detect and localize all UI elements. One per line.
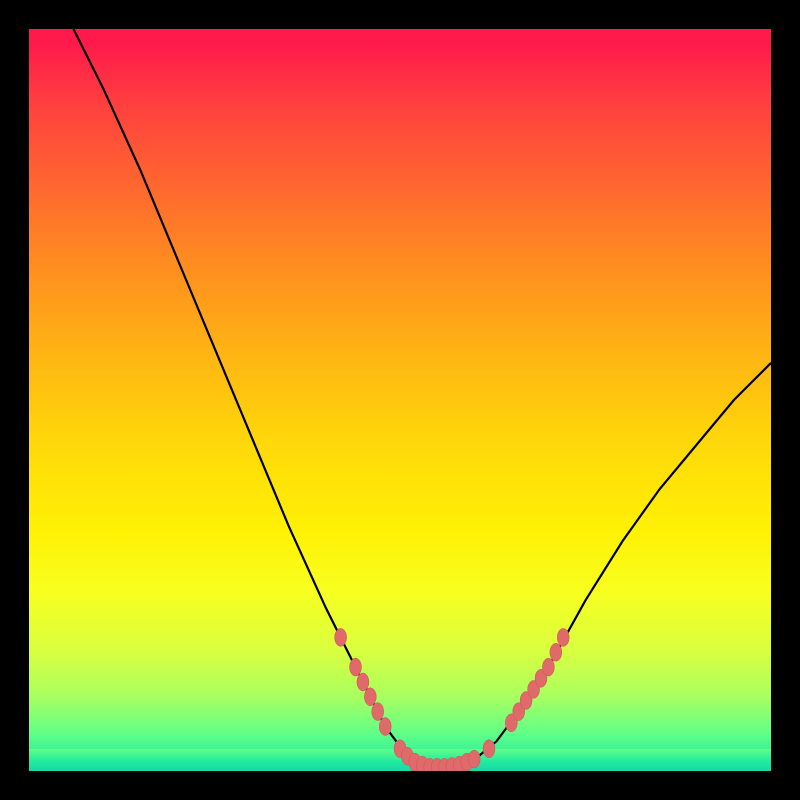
curve-marker xyxy=(372,703,384,721)
curve-marker xyxy=(357,673,369,691)
marker-group xyxy=(335,628,570,771)
curve-marker xyxy=(379,718,391,736)
curve-marker xyxy=(550,643,562,661)
curve-marker xyxy=(542,658,554,676)
curve-marker xyxy=(364,688,376,706)
chart-container: TheBottleneck.com xyxy=(0,0,800,800)
plot-area xyxy=(29,29,771,771)
curve-marker xyxy=(335,628,347,646)
curve-marker xyxy=(468,750,480,768)
curve-marker xyxy=(557,628,569,646)
curve-svg xyxy=(29,29,771,771)
curve-marker xyxy=(483,740,495,758)
curve-marker xyxy=(350,658,362,676)
bottleneck-curve xyxy=(74,29,772,767)
watermark-text: TheBottleneck.com xyxy=(587,4,790,30)
